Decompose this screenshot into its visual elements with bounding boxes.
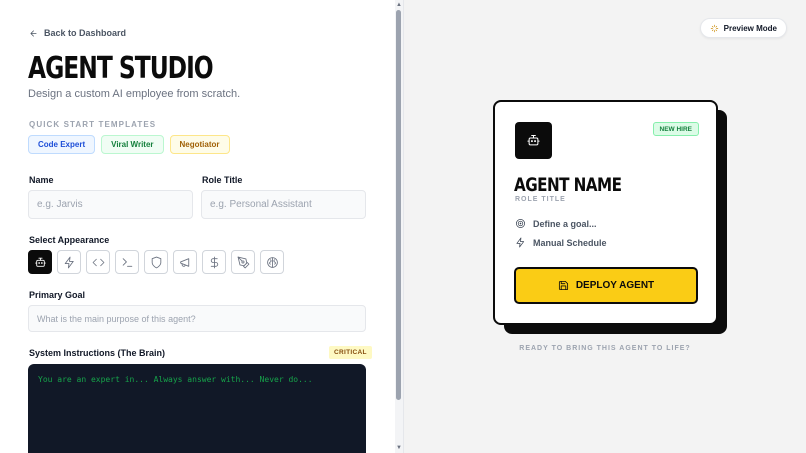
agent-goal-text: Define a goal... <box>533 218 597 229</box>
target-icon <box>516 219 525 228</box>
templates-caption: QUICK START TEMPLATES <box>29 120 157 129</box>
terminal-icon <box>122 257 132 267</box>
save-icon <box>558 280 568 291</box>
arrow-left-icon <box>30 29 37 37</box>
template-negotiator-button[interactable]: Negotiator <box>169 135 230 154</box>
preview-panel: Preview Mode NEW HIRE AGENT NAME ROLE TI… <box>404 0 806 453</box>
ready-caption: READY TO BRING THIS AGENT TO LIFE? <box>519 345 691 352</box>
appearance-pen-tool-option[interactable] <box>231 250 255 274</box>
primary-goal-input[interactable]: What is the main purpose of this agent? <box>28 305 366 332</box>
zap-icon <box>64 256 74 268</box>
code-icon <box>92 258 104 266</box>
preview-mode-button[interactable]: Preview Mode <box>699 18 787 38</box>
back-to-dashboard-link[interactable]: Back to Dashboard <box>29 28 126 38</box>
appearance-code-option[interactable] <box>86 250 110 274</box>
sparkles-icon <box>710 24 718 32</box>
role-title-input[interactable]: e.g. Personal Assistant <box>201 190 366 219</box>
role-title-label: Role Title <box>202 175 243 185</box>
appearance-brain-option[interactable] <box>260 250 284 274</box>
agent-preview-card: NEW HIRE AGENT NAME ROLE TITLE Define a … <box>493 100 718 325</box>
agent-avatar <box>515 122 552 159</box>
scroll-down-arrow-icon[interactable]: ▼ <box>396 445 402 451</box>
agent-goal-row: Define a goal... <box>515 218 597 229</box>
new-hire-badge: NEW HIRE <box>652 122 699 136</box>
appearance-bot-option[interactable] <box>28 250 52 274</box>
template-code-expert-button[interactable]: Code Expert <box>28 135 96 154</box>
page-title: AGENT STUDIO <box>28 51 214 86</box>
zap-icon <box>516 237 525 248</box>
appearance-zap-option[interactable] <box>57 250 81 274</box>
appearance-dollar-option[interactable] <box>202 250 226 274</box>
agent-schedule-text: Manual Schedule <box>533 237 607 248</box>
system-instructions-textarea[interactable]: You are an expert in... Always answer wi… <box>28 364 366 453</box>
pen-tool-icon <box>237 256 249 268</box>
agent-name: AGENT NAME <box>514 174 622 196</box>
megaphone-icon <box>179 257 189 267</box>
shield-icon <box>151 256 161 268</box>
name-label: Name <box>29 175 54 185</box>
appearance-icon-picker <box>28 250 284 274</box>
agent-role-title: ROLE TITLE <box>515 196 566 203</box>
name-input[interactable]: e.g. Jarvis <box>28 190 193 219</box>
back-label: Back to Dashboard <box>44 28 127 38</box>
scroll-up-arrow-icon[interactable]: ▲ <box>396 2 402 8</box>
preview-mode-label: Preview Mode <box>723 23 777 33</box>
appearance-terminal-option[interactable] <box>115 250 139 274</box>
instructions-label: System Instructions (The Brain) <box>29 348 166 358</box>
scroll-thumb[interactable] <box>396 10 401 400</box>
critical-badge: CRITICAL <box>329 346 372 359</box>
editor-panel: Back to Dashboard AGENT STUDIO Design a … <box>0 0 395 453</box>
template-list: Code Expert Viral Writer Negotiator <box>28 135 230 154</box>
deploy-agent-button[interactable]: DEPLOY AGENT <box>514 267 698 304</box>
appearance-shield-option[interactable] <box>144 250 168 274</box>
deploy-label: DEPLOY AGENT <box>575 280 655 291</box>
agent-schedule-row: Manual Schedule <box>515 237 607 248</box>
appearance-label: Select Appearance <box>29 235 110 245</box>
dollar-icon <box>210 256 218 268</box>
bot-icon <box>527 135 540 146</box>
brain-icon <box>266 256 278 268</box>
editor-scrollbar[interactable]: ▲ ▼ <box>395 0 403 453</box>
bot-icon <box>34 257 46 267</box>
page-subtitle: Design a custom AI employee from scratch… <box>28 88 241 100</box>
appearance-megaphone-option[interactable] <box>173 250 197 274</box>
primary-goal-label: Primary Goal <box>29 290 86 300</box>
template-viral-writer-button[interactable]: Viral Writer <box>101 135 164 154</box>
